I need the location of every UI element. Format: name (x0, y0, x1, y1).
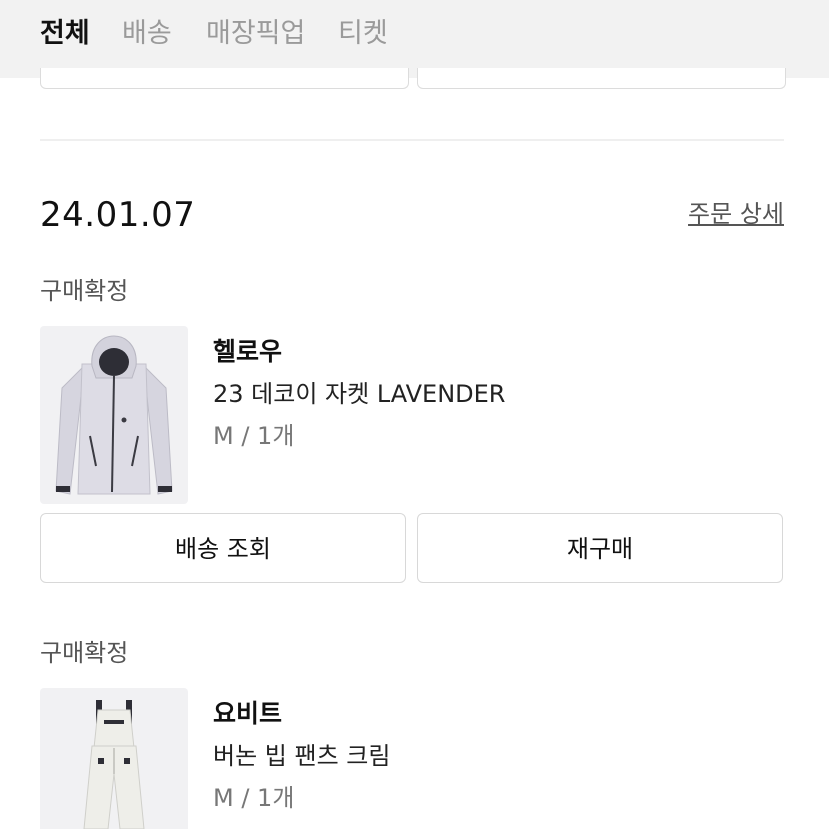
previous-order-right-button[interactable] (417, 68, 786, 89)
product-name[interactable]: 버논 빕 팬츠 크림 (213, 740, 390, 772)
bib-pants-illustration (83, 700, 145, 829)
product-option: M / 1개 (213, 422, 295, 450)
previous-order-left-button[interactable] (40, 68, 409, 89)
order-history-page: 전체 배송 매장픽업 티켓 24.01.07 주문 상세 구매확정 헬로우 23… (0, 0, 829, 829)
product-image-pants[interactable] (40, 688, 188, 829)
section-divider (40, 139, 784, 141)
brand-name[interactable]: 헬로우 (213, 336, 282, 368)
product-image-jacket[interactable] (40, 326, 188, 504)
track-delivery-button[interactable]: 배송 조회 (40, 513, 406, 583)
product-option: M / 1개 (213, 784, 295, 812)
tab-all[interactable]: 전체 (40, 16, 90, 52)
repurchase-button[interactable]: 재구매 (417, 513, 783, 583)
tab-ticket[interactable]: 티켓 (338, 16, 388, 52)
order-date: 24.01.07 (40, 195, 196, 235)
product-name[interactable]: 23 데코이 자켓 LAVENDER (213, 378, 506, 410)
tab-store-pickup[interactable]: 매장픽업 (206, 16, 305, 52)
brand-name[interactable]: 요비트 (213, 698, 282, 730)
tab-delivery[interactable]: 배송 (122, 16, 172, 52)
purchase-status: 구매확정 (40, 277, 129, 305)
order-detail-link[interactable]: 주문 상세 (688, 198, 784, 230)
purchase-status: 구매확정 (40, 639, 129, 667)
jacket-illustration (55, 335, 173, 495)
filter-tab-bar: 전체 배송 매장픽업 티켓 (0, 0, 829, 78)
